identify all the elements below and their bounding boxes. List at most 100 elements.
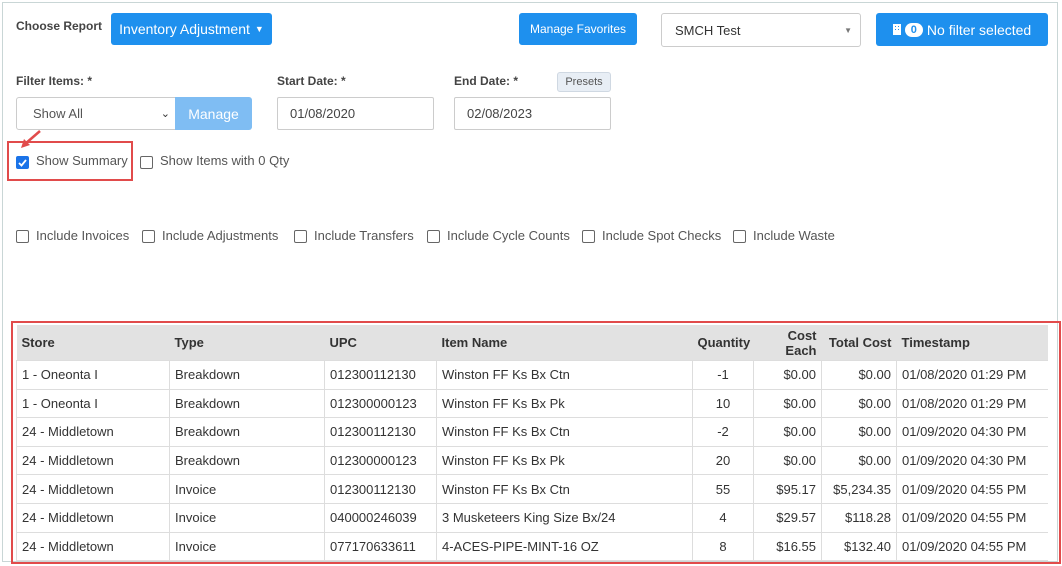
- cell-quantity: -2: [692, 417, 754, 447]
- cell-total-cost: $118.28: [821, 502, 897, 533]
- filter-items-value: Show All: [33, 106, 83, 121]
- include-waste-label: Include Waste: [753, 228, 835, 243]
- table-row: 1 - Oneonta I Breakdown 012300000123 Win…: [16, 388, 1048, 419]
- include-adjustments-checkbox[interactable]: [142, 230, 155, 243]
- cell-cost-each: $95.17: [753, 474, 822, 504]
- cell-quantity: 20: [692, 445, 754, 476]
- cell-cost-each: $16.55: [753, 531, 822, 561]
- cell-total-cost: $5,234.35: [821, 474, 897, 504]
- presets-button[interactable]: Presets: [557, 72, 611, 92]
- filter-button[interactable]: 0 No filter selected: [876, 13, 1048, 46]
- cell-timestamp: 01/09/2020 04:55 PM: [896, 531, 1048, 561]
- column-header-timestamp[interactable]: Timestamp: [896, 325, 1048, 361]
- cell-total-cost: $0.00: [821, 360, 897, 390]
- manage-button[interactable]: Manage: [175, 97, 252, 130]
- column-header-quantity[interactable]: Quantity: [692, 325, 754, 361]
- chevron-down-icon: ⌄: [160, 108, 170, 120]
- cell-timestamp: 01/09/2020 04:30 PM: [896, 417, 1048, 447]
- cell-type: Invoice: [169, 474, 325, 504]
- cell-type: Breakdown: [169, 445, 325, 476]
- include-cycle-counts-checkbox[interactable]: [427, 230, 440, 243]
- cell-item-name: Winston FF Ks Bx Ctn: [436, 360, 693, 390]
- filter-items-label: Filter Items: *: [16, 74, 93, 88]
- filter-count-badge: 0: [904, 22, 923, 37]
- store-select-value: SMCH Test: [675, 22, 741, 38]
- include-waste-checkbox[interactable]: [733, 230, 746, 243]
- table-row: 24 - Middletown Invoice 040000246039 3 M…: [16, 502, 1048, 533]
- arrow-annotation-icon: [21, 130, 41, 148]
- report-dropdown-label: Inventory Adjustment: [119, 21, 250, 37]
- cell-cost-each: $0.00: [753, 445, 822, 476]
- cell-type: Breakdown: [169, 388, 325, 419]
- cell-upc: 012300112130: [324, 360, 437, 390]
- cell-type: Invoice: [169, 502, 325, 533]
- cell-upc: 012300112130: [324, 474, 437, 504]
- cell-cost-each: $0.00: [753, 360, 822, 390]
- cell-item-name: Winston FF Ks Bx Pk: [436, 388, 693, 419]
- column-header-cost-each[interactable]: Cost Each: [753, 325, 822, 361]
- filter-items-select[interactable]: Show All ⌄: [16, 97, 176, 130]
- cell-timestamp: 01/08/2020 01:29 PM: [896, 388, 1048, 419]
- cell-timestamp: 01/09/2020 04:55 PM: [896, 474, 1048, 504]
- column-header-upc[interactable]: UPC: [324, 325, 437, 361]
- table-row: 24 - Middletown Invoice 012300112130 Win…: [16, 474, 1048, 504]
- cell-upc: 012300000123: [324, 445, 437, 476]
- cell-item-name: Winston FF Ks Bx Pk: [436, 445, 693, 476]
- report-dropdown-button[interactable]: Inventory Adjustment ▼: [111, 13, 272, 45]
- cell-store: 24 - Middletown: [16, 502, 170, 533]
- include-invoices-label: Include Invoices: [36, 228, 130, 243]
- include-invoices-checkbox[interactable]: [16, 230, 29, 243]
- show-zero-qty-label: Show Items with 0 Qty: [160, 153, 290, 168]
- chevron-down-icon: ▼: [844, 25, 852, 35]
- cell-store: 1 - Oneonta I: [16, 360, 170, 390]
- show-zero-qty-checkbox[interactable]: [140, 156, 153, 169]
- cell-quantity: -1: [692, 360, 754, 390]
- cell-quantity: 8: [692, 531, 754, 561]
- building-icon: [892, 24, 901, 35]
- cell-item-name: Winston FF Ks Bx Ctn: [436, 417, 693, 447]
- cell-upc: 012300112130: [324, 417, 437, 447]
- show-summary-label: Show Summary: [36, 153, 128, 168]
- results-table: Store Type UPC Item Name Quantity Cost E…: [16, 325, 1048, 561]
- include-cycle-counts-label: Include Cycle Counts: [447, 228, 570, 243]
- cell-upc: 077170633611: [324, 531, 437, 561]
- include-spot-checks-checkbox[interactable]: [582, 230, 595, 243]
- cell-quantity: 4: [692, 502, 754, 533]
- column-header-item-name[interactable]: Item Name: [436, 325, 693, 361]
- column-header-total-cost[interactable]: Total Cost: [821, 325, 897, 361]
- cell-type: Breakdown: [169, 417, 325, 447]
- cell-timestamp: 01/08/2020 01:29 PM: [896, 360, 1048, 390]
- caret-down-icon: ▼: [254, 24, 264, 34]
- cell-store: 1 - Oneonta I: [16, 388, 170, 419]
- results-table-container: Store Type UPC Item Name Quantity Cost E…: [16, 325, 1048, 561]
- cell-item-name: Winston FF Ks Bx Ctn: [436, 474, 693, 504]
- table-row: 24 - Middletown Breakdown 012300000123 W…: [16, 445, 1048, 476]
- cell-total-cost: $132.40: [821, 531, 897, 561]
- cell-timestamp: 01/09/2020 04:30 PM: [896, 445, 1048, 476]
- cell-quantity: 55: [692, 474, 754, 504]
- cell-store: 24 - Middletown: [16, 474, 170, 504]
- table-row: 24 - Middletown Breakdown 012300112130 W…: [16, 417, 1048, 447]
- start-date-label: Start Date: *: [277, 74, 346, 88]
- store-select[interactable]: SMCH Test ▼: [661, 13, 861, 47]
- cell-total-cost: $0.00: [821, 445, 897, 476]
- show-summary-checkbox[interactable]: [16, 156, 29, 169]
- cell-cost-each: $29.57: [753, 502, 822, 533]
- table-row: 24 - Middletown Invoice 077170633611 4-A…: [16, 531, 1048, 561]
- end-date-label: End Date: *: [454, 74, 519, 88]
- column-header-type[interactable]: Type: [169, 325, 325, 361]
- cell-cost-each: $0.00: [753, 417, 822, 447]
- manage-favorites-button[interactable]: Manage Favorites: [519, 13, 637, 45]
- include-adjustments-label: Include Adjustments: [162, 228, 279, 243]
- check-icon: [18, 158, 27, 167]
- cell-store: 24 - Middletown: [16, 417, 170, 447]
- end-date-input[interactable]: 02/08/2023: [454, 97, 611, 130]
- column-header-store[interactable]: Store: [16, 325, 170, 361]
- start-date-input[interactable]: 01/08/2020: [277, 97, 434, 130]
- table-header-row: Store Type UPC Item Name Quantity Cost E…: [16, 325, 1048, 361]
- cell-total-cost: $0.00: [821, 388, 897, 419]
- include-transfers-checkbox[interactable]: [294, 230, 307, 243]
- cell-upc: 012300000123: [324, 388, 437, 419]
- choose-report-label: Choose Report: [16, 19, 103, 33]
- cell-cost-each: $0.00: [753, 388, 822, 419]
